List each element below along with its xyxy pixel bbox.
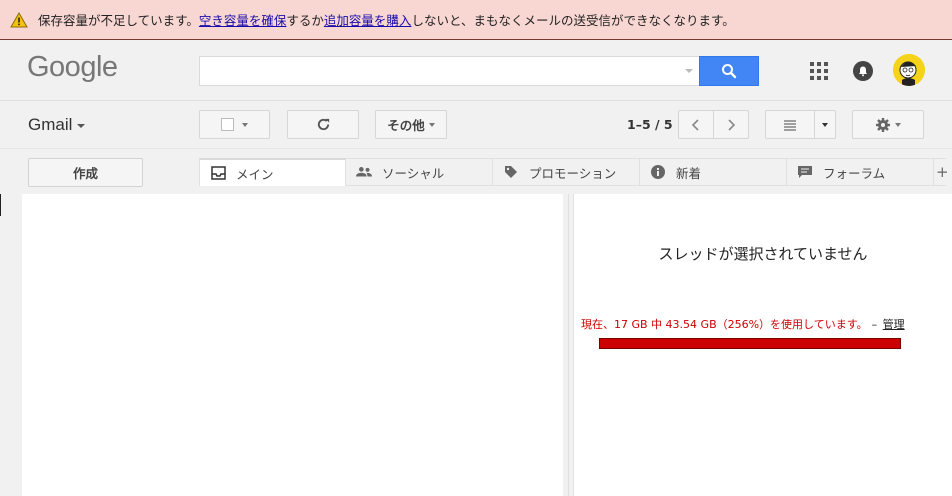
category-tabs: メイン ソーシャル プロモーション 新着 フォーラム + xyxy=(199,158,952,186)
info-icon xyxy=(650,164,666,180)
compose-button[interactable]: 作成 xyxy=(28,158,143,187)
gear-icon xyxy=(876,117,890,132)
top-header: Google xyxy=(0,41,952,101)
banner-text-before: 保存容量が不足しています。 xyxy=(38,13,199,28)
tag-icon xyxy=(503,164,519,180)
split-pane-toggle-button[interactable] xyxy=(765,110,815,139)
list-lines-icon xyxy=(784,119,796,131)
more-actions-button[interactable]: その他 xyxy=(375,110,447,139)
refresh-icon xyxy=(317,118,329,131)
storage-usage-text: 現在、17 GB 中 43.54 GB（256%）を使用しています。 – 管理 xyxy=(581,316,952,332)
chevron-right-icon xyxy=(728,118,736,131)
split-pane-dropdown-button[interactable] xyxy=(814,110,836,139)
search-input[interactable] xyxy=(199,56,699,86)
google-logo[interactable]: Google xyxy=(27,51,118,84)
account-avatar[interactable] xyxy=(893,54,925,86)
people-icon xyxy=(356,164,372,180)
storage-usage-label: 現在、17 GB 中 43.54 GB（256%）を使用しています。 xyxy=(581,318,868,331)
tab-label: ソーシャル xyxy=(382,165,445,181)
chevron-down-icon xyxy=(428,122,435,127)
checkbox-icon xyxy=(221,118,234,131)
older-button[interactable] xyxy=(713,110,749,139)
apps-grid-icon[interactable] xyxy=(810,62,828,80)
chevron-left-icon xyxy=(691,118,699,131)
refresh-button[interactable] xyxy=(287,110,359,139)
chevron-down-icon xyxy=(77,123,86,128)
tab-forums[interactable]: フォーラム xyxy=(787,158,934,186)
more-label: その他 xyxy=(387,118,425,133)
banner-text-after: しないと、まもなくメールの送受信ができなくなります。 xyxy=(411,13,735,28)
reading-pane: スレッドが選択されていません 現在、17 GB 中 43.54 GB（256%）… xyxy=(574,194,952,496)
newer-button[interactable] xyxy=(678,110,714,139)
storage-dash: – xyxy=(871,318,878,331)
pagination-count: 1–5 / 5 xyxy=(627,117,673,132)
tab-label: 新着 xyxy=(676,165,702,181)
chevron-down-icon xyxy=(242,122,248,127)
chat-icon xyxy=(797,164,813,180)
banner-text-middle: するか xyxy=(286,13,324,28)
search-button[interactable] xyxy=(699,56,759,86)
notifications-bell-icon[interactable] xyxy=(853,61,873,81)
buy-storage-link[interactable]: 追加容量を購入 xyxy=(324,10,412,29)
chevron-down-icon xyxy=(822,122,828,127)
tab-label: フォーラム xyxy=(823,165,886,181)
storage-warning-banner: 保存容量が不足しています。 空き容量を確保 するか 追加容量を購入 しないと、ま… xyxy=(0,0,952,40)
free-up-space-link[interactable]: 空き容量を確保 xyxy=(199,10,287,29)
warning-icon xyxy=(10,11,28,27)
tab-updates[interactable]: 新着 xyxy=(640,158,787,186)
storage-usage-bar xyxy=(599,338,901,349)
tab-primary[interactable]: メイン xyxy=(199,158,346,186)
select-checkbox-button[interactable] xyxy=(199,110,270,139)
no-thread-selected-text: スレッドが選択されていません xyxy=(658,245,868,263)
message-list-pane xyxy=(22,194,563,496)
mail-toolbar: Gmail その他 1–5 / 5 xyxy=(0,101,952,149)
tab-social[interactable]: ソーシャル xyxy=(346,158,493,186)
tab-label: メイン xyxy=(236,166,274,182)
chevron-down-icon xyxy=(895,122,901,127)
tab-promotions[interactable]: プロモーション xyxy=(493,158,640,186)
search-icon xyxy=(722,64,737,79)
manage-storage-link[interactable]: 管理 xyxy=(883,318,905,331)
settings-button[interactable] xyxy=(852,110,924,139)
add-tab-button[interactable]: + xyxy=(934,158,949,186)
text-cursor xyxy=(0,194,1,216)
search-options-chevron-icon[interactable] xyxy=(685,69,693,73)
gmail-label: Gmail xyxy=(28,115,73,134)
gmail-menu[interactable]: Gmail xyxy=(28,115,86,135)
tab-label: プロモーション xyxy=(529,165,617,181)
inbox-icon xyxy=(210,165,226,181)
